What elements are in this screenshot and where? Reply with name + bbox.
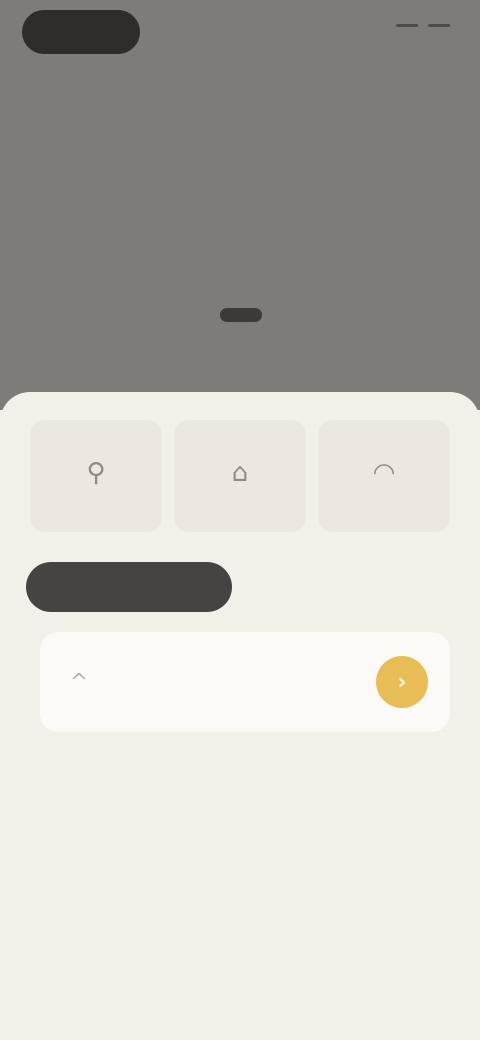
- hero-indicator: [220, 308, 262, 322]
- quick-action-3[interactable]: ◠: [318, 420, 450, 532]
- tab-inactive[interactable]: [232, 562, 456, 612]
- home-icon: ⌂: [231, 458, 249, 488]
- more-icon[interactable]: [428, 24, 450, 27]
- arrow-icon[interactable]: ›: [376, 656, 428, 708]
- header-actions: [396, 24, 450, 27]
- quick-action-2[interactable]: ⌂: [174, 420, 306, 532]
- header-hero: [0, 0, 480, 410]
- quick-actions: ⚲ ⌂ ◠: [30, 420, 450, 532]
- list-item-text: [132, 679, 302, 685]
- segment-tabs: [26, 562, 456, 612]
- page-title: [34, 82, 224, 112]
- list-item[interactable]: ^ ›: [40, 632, 450, 732]
- quick-action-1[interactable]: ⚲: [30, 420, 162, 532]
- person-icon: ⚲: [86, 458, 106, 488]
- chevron-up-icon: ^: [69, 669, 89, 695]
- app-logo[interactable]: [22, 10, 140, 54]
- bag-icon: ◠: [372, 458, 396, 488]
- page-subtitle: [36, 134, 136, 152]
- menu-icon[interactable]: [396, 24, 418, 27]
- tab-active[interactable]: [26, 562, 232, 612]
